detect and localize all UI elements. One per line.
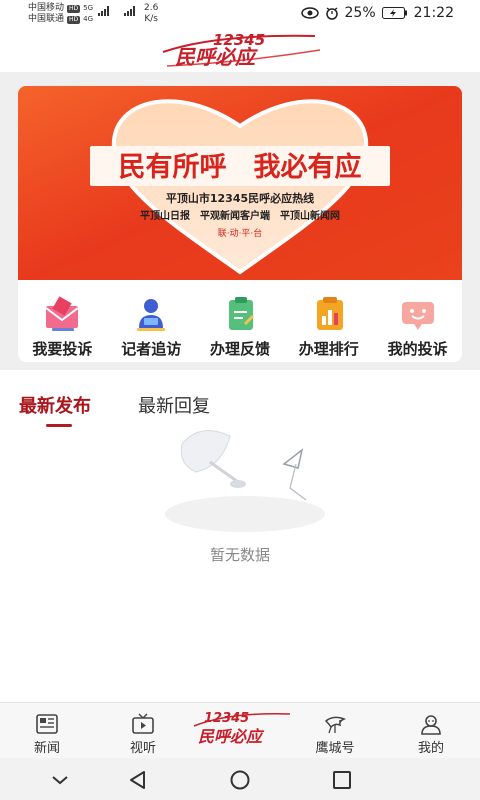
- quick-action-label: 我的投诉: [387, 340, 448, 358]
- hd-badge: HD: [67, 15, 81, 24]
- network-type-2: 4G: [83, 15, 94, 23]
- recents-icon[interactable]: [330, 768, 354, 792]
- empty-state-illustration: [165, 430, 325, 532]
- banner-tagline: 联·动·平·台: [218, 227, 263, 239]
- logo-text: 民呼必应: [175, 45, 258, 69]
- reporter-icon: [137, 299, 166, 331]
- tab-latest-replies[interactable]: 最新回复: [138, 392, 210, 418]
- bar-chart-icon: [316, 297, 343, 330]
- brand-logo: 12345 民呼必应: [162, 31, 321, 69]
- battery-percent: 25%: [344, 5, 376, 21]
- banner-subtitle-1: 平顶山市12345民呼必应热线: [166, 191, 314, 205]
- quick-action-label: 办理排行: [298, 340, 359, 358]
- nav-news[interactable]: 新闻: [12, 703, 82, 759]
- quick-action-ranking[interactable]: 办理排行: [284, 282, 373, 362]
- newspaper-icon: [36, 714, 58, 734]
- carrier-1: 中国移动: [28, 3, 65, 13]
- hd-badge: HD: [67, 4, 81, 13]
- net-speed-value: 2.6: [144, 3, 159, 13]
- carrier-info: 中国移动 HD 5G 中国联通 HD 4G: [28, 3, 93, 25]
- home-icon[interactable]: [228, 768, 252, 792]
- nav-label: 新闻: [33, 741, 60, 756]
- quick-action-complain[interactable]: 我要投诉: [18, 282, 107, 362]
- status-right: 25% 21:22: [300, 5, 454, 21]
- quick-actions: 我要投诉 记者追访 办理反馈 办理排行 我的投诉: [18, 282, 462, 362]
- message-box-icon: [401, 302, 434, 330]
- signal-icon: [124, 6, 135, 16]
- collapse-chevron-icon[interactable]: [48, 768, 72, 792]
- back-icon[interactable]: [126, 768, 150, 792]
- clipboard-icon: [228, 297, 255, 330]
- eagle-icon: [324, 716, 347, 734]
- nav-label: 我的: [417, 741, 444, 756]
- quick-action-label: 记者追访: [121, 340, 182, 358]
- alarm-icon: [325, 7, 338, 20]
- network-type-1: 5G: [83, 4, 94, 12]
- empty-state-text: 暂无数据: [209, 546, 270, 564]
- quick-action-feedback[interactable]: 办理反馈: [196, 282, 285, 362]
- net-speed: 2.6 K/s: [144, 3, 158, 25]
- nav-eagle-city[interactable]: 鹰城号: [300, 703, 370, 759]
- quick-action-my-complaints[interactable]: 我的投诉: [373, 282, 462, 362]
- eye-icon: [300, 7, 319, 19]
- system-nav-bar: [0, 758, 480, 800]
- signal-icon: [98, 6, 109, 16]
- carrier-2: 中国联通: [28, 14, 65, 24]
- user-icon: [421, 715, 441, 735]
- net-speed-unit: K/s: [144, 14, 158, 24]
- active-tab-indicator: [46, 424, 72, 427]
- nav-center-number: 12345: [204, 711, 249, 726]
- nav-center-logo[interactable]: 12345 民呼必应: [190, 706, 294, 748]
- tv-icon: [132, 713, 154, 734]
- quick-action-label: 我要投诉: [32, 340, 93, 358]
- tab-latest-published[interactable]: 最新发布: [19, 392, 91, 418]
- battery-icon: [381, 7, 407, 19]
- quick-action-label: 办理反馈: [209, 340, 270, 358]
- banner-subtitle-2: 平顶山日报 平观新闻客户端 平顶山新闻网: [140, 209, 340, 222]
- nav-label: 鹰城号: [315, 741, 355, 756]
- nav-center-text: 民呼必应: [198, 727, 265, 746]
- content-area: 民有所呼 我必有应 平顶山市12345民呼必应热线 平顶山日报 平观新闻客户端 …: [0, 72, 480, 370]
- quick-action-reporter[interactable]: 记者追访: [107, 282, 196, 362]
- clock: 21:22: [413, 5, 454, 21]
- nav-label: 视听: [129, 741, 156, 756]
- status-bar: 中国移动 HD 5G 中国联通 HD 4G 2.6 K/s 25% 21:22: [0, 0, 480, 28]
- envelope-icon: [45, 296, 79, 331]
- feed-tabs: 最新发布 最新回复: [0, 380, 480, 430]
- nav-mine[interactable]: 我的: [396, 703, 466, 759]
- banner-headline: 民有所呼 我必有应: [119, 151, 362, 183]
- home-card: 民有所呼 我必有应 平顶山市12345民呼必应热线 平顶山日报 平观新闻客户端 …: [18, 86, 462, 362]
- promo-banner[interactable]: 民有所呼 我必有应 平顶山市12345民呼必应热线 平顶山日报 平观新闻客户端 …: [18, 86, 462, 280]
- app-header: 12345 民呼必应: [0, 28, 480, 72]
- nav-video[interactable]: 视听: [108, 703, 178, 759]
